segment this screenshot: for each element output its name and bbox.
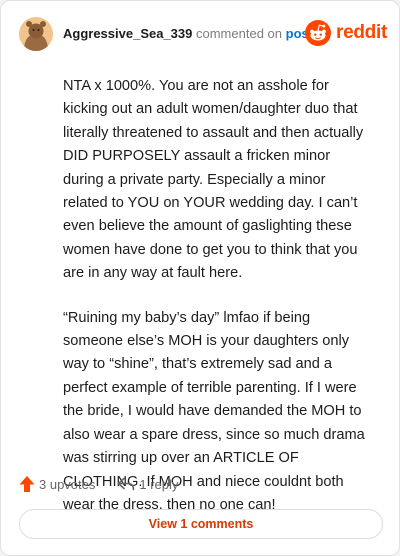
upvote-button[interactable]: 3 upvotes	[19, 475, 95, 493]
avatar-icon	[19, 17, 53, 51]
comment-body: NTA x 1000%. You are not an asshole for …	[63, 75, 371, 538]
reply-arrow-icon	[118, 477, 135, 491]
reply-count: 1 reply	[139, 476, 179, 492]
comment-header: Aggressive_Sea_339 commented on post red…	[19, 15, 387, 53]
action-text: commented on	[196, 26, 282, 41]
comment-paragraph: NTA x 1000%. You are not an asshole for …	[63, 78, 364, 282]
comment-card: Aggressive_Sea_339 commented on post red…	[0, 0, 400, 556]
username-link[interactable]: Aggressive_Sea_339	[63, 26, 192, 41]
reddit-alien-icon	[305, 20, 332, 46]
view-comments-button[interactable]: View 1 comments	[19, 509, 383, 539]
reddit-wordmark: reddit	[336, 22, 387, 43]
comment-actions: 3 upvotes 1 reply	[19, 473, 178, 495]
upvote-arrow-icon	[19, 476, 35, 492]
upvote-count: 3 upvotes	[39, 476, 96, 492]
comment-meta: Aggressive_Sea_339 commented on post	[63, 26, 313, 41]
reddit-logo: reddit	[305, 18, 387, 48]
reply-button[interactable]: 1 reply	[117, 477, 178, 492]
user-avatar[interactable]	[19, 17, 53, 51]
